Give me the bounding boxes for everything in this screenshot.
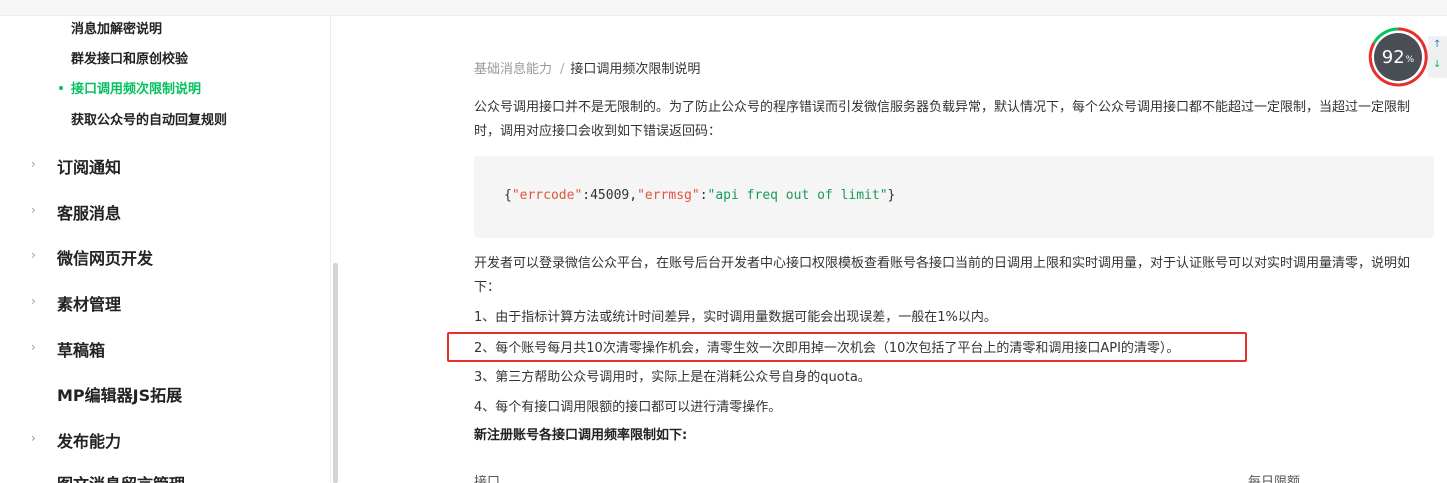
sidebar-item-label: 客服消息 <box>57 204 122 223</box>
breadcrumb-parent[interactable]: 基础消息能力 <box>474 62 552 77</box>
section-subheading: 新注册账号各接口调用频率限制如下: <box>474 428 688 443</box>
sidebar-item-comments[interactable]: 图文消息留言管理 <box>0 466 330 483</box>
code-comma: , <box>629 188 638 203</box>
sidebar-item-material[interactable]: › 素材管理 <box>0 286 330 318</box>
table-header-daily-limit: 每日限额 <box>1248 475 1301 483</box>
breadcrumb-current: 接口调用频次限制说明 <box>570 62 701 77</box>
sidebar-subitem-encryption[interactable]: 消息加解密说明 <box>71 18 162 37</box>
chevron-right-icon: › <box>31 431 36 445</box>
sidebar-item-mp-editor[interactable]: MP编辑器JS拓展 <box>0 377 330 409</box>
list-item: 1、由于指标计算方法或统计时间差异，实时调用量数据可能会出现误差，一般在1%以内… <box>474 310 997 325</box>
upload-arrow-icon: ↑ <box>1433 39 1442 50</box>
breadcrumb-separator: / <box>560 62 565 77</box>
active-dot-icon <box>59 86 63 90</box>
network-speed-panel[interactable]: ↑ ↓ <box>1428 36 1447 78</box>
sidebar-subitem-mass-send[interactable]: 群发接口和原创校验 <box>71 48 188 67</box>
chevron-right-icon: › <box>31 340 36 354</box>
code-value-errcode: 45009 <box>590 188 630 203</box>
sidebar-item-label: MP编辑器JS拓展 <box>57 386 183 405</box>
sidebar-item-label: 图文消息留言管理 <box>57 471 185 483</box>
code-colon: : <box>582 188 591 203</box>
sidebar-subitem-rate-limit[interactable]: 接口调用频次限制说明 <box>71 78 201 97</box>
chevron-right-icon: › <box>31 248 36 262</box>
sidebar-item-label: 订阅通知 <box>57 158 122 177</box>
sidebar-nav: 消息加解密说明 群发接口和原创校验 接口调用频次限制说明 获取公众号的自动回复规… <box>0 16 338 483</box>
code-brace-close: } <box>887 188 896 203</box>
code-key-errmsg: "errmsg" <box>637 188 700 203</box>
code-block: {"errcode":45009,"errmsg":"api freq out … <box>474 156 1434 238</box>
top-bar <box>0 0 1447 16</box>
list-item: 4、每个有接口调用限额的接口都可以进行清零操作。 <box>474 400 782 415</box>
error-code-json: {"errcode":45009,"errmsg":"api freq out … <box>504 188 895 203</box>
intro-paragraph: 公众号调用接口并不是无限制的。为了防止公众号的程序错误而引发微信服务器负载异常，… <box>474 100 1411 139</box>
code-colon: : <box>699 188 708 203</box>
highlight-annotation-box <box>447 332 1247 362</box>
code-value-errmsg: "api freq out of limit" <box>707 188 888 203</box>
download-arrow-icon: ↓ <box>1433 59 1442 70</box>
sidebar-item-label: 草稿箱 <box>57 341 106 360</box>
sidebar-subitem-auto-reply[interactable]: 获取公众号的自动回复规则 <box>71 109 227 128</box>
sidebar-item-label: 发布能力 <box>57 432 122 451</box>
sidebar-item-drafts[interactable]: › 草稿箱 <box>0 332 330 364</box>
sidebar-item-publish[interactable]: › 发布能力 <box>0 423 330 455</box>
code-brace-open: { <box>504 188 512 203</box>
sidebar-item-subscribe-notify[interactable]: › 订阅通知 <box>0 149 330 181</box>
sidebar-divider <box>330 16 331 483</box>
gauge-value: 92% <box>1374 33 1422 81</box>
gauge-unit: % <box>1405 55 1415 65</box>
breadcrumb: 基础消息能力 / 接口调用频次限制说明 <box>474 58 700 77</box>
table-header-interface: 接口 <box>474 475 501 483</box>
chevron-right-icon: › <box>31 203 36 217</box>
sidebar-item-label: 微信网页开发 <box>57 249 154 268</box>
code-key-errcode: "errcode" <box>511 188 583 203</box>
description-paragraph: 开发者可以登录微信公众平台，在账号后台开发者中心接口权限模板查看账号各接口当前的… <box>474 256 1411 295</box>
sidebar-item-label: 素材管理 <box>57 295 122 314</box>
chevron-right-icon: › <box>31 294 36 308</box>
list-item: 3、第三方帮助公众号调用时，实际上是在消耗公众号自身的quota。 <box>474 370 871 385</box>
sidebar-item-customer-service[interactable]: › 客服消息 <box>0 195 330 227</box>
doc-content: 基础消息能力 / 接口调用频次限制说明 公众号调用接口并不是无限制的。为了防止公众号… <box>338 16 1447 483</box>
performance-gauge-widget[interactable]: 92% <box>1368 27 1428 87</box>
gauge-percent: 92 <box>1381 46 1405 68</box>
chevron-right-icon: › <box>31 157 36 171</box>
sidebar-item-webpage-dev[interactable]: › 微信网页开发 <box>0 240 330 272</box>
